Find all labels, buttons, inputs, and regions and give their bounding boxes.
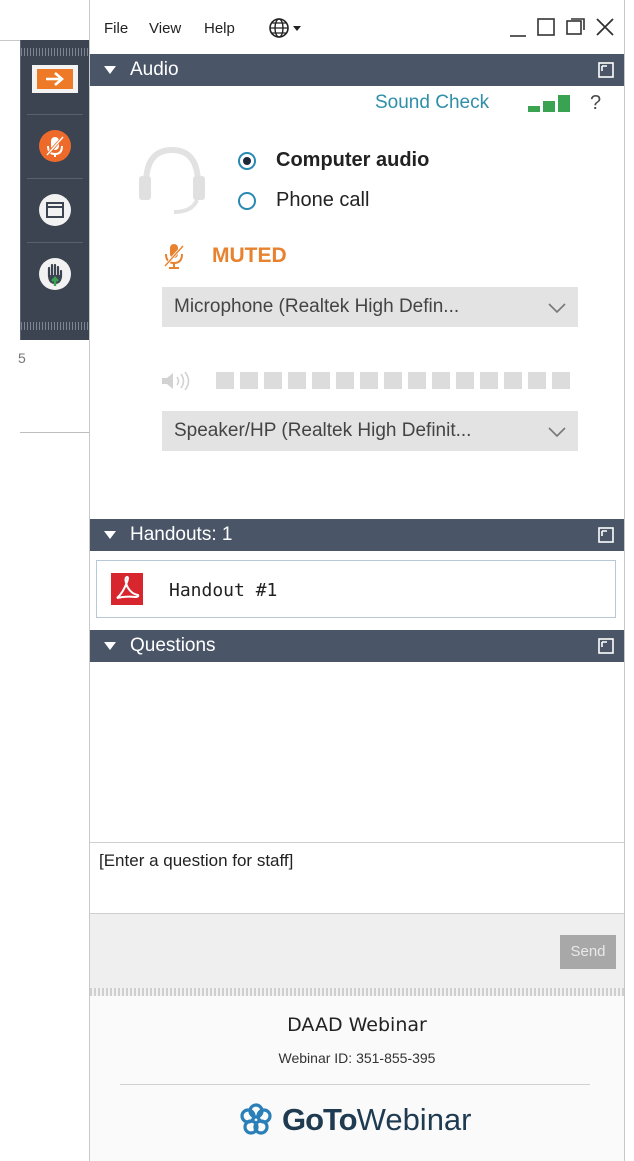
- audio-section-header[interactable]: Audio: [90, 54, 624, 86]
- speaker-select[interactable]: Speaker/HP (Realtek High Definit...: [162, 411, 578, 451]
- computer-audio-radio[interactable]: [238, 152, 256, 170]
- background-text: 5: [18, 350, 26, 366]
- pdf-icon: [111, 573, 143, 610]
- level-segment: [456, 372, 474, 389]
- resize-grip[interactable]: [90, 988, 624, 996]
- collapse-triangle-icon[interactable]: [104, 642, 116, 650]
- level-segment: [432, 372, 450, 389]
- raise-hand-button[interactable]: [21, 246, 89, 302]
- microphone-select[interactable]: Microphone (Realtek High Defin...: [162, 287, 578, 327]
- menu-file[interactable]: File: [104, 20, 128, 37]
- brand-goto-text: GoTo: [282, 1102, 358, 1137]
- level-segment: [552, 372, 570, 389]
- phone-call-label[interactable]: Phone call: [276, 189, 369, 212]
- microphone-muted-icon: [39, 130, 71, 162]
- webinar-id: Webinar ID: 351-855-395: [278, 1050, 436, 1066]
- sound-check-link[interactable]: Sound Check: [375, 92, 489, 114]
- strip-grip-top: [21, 48, 89, 56]
- headset-icon: [134, 140, 214, 225]
- handouts-popout-button[interactable]: [598, 527, 614, 549]
- screen-viewer-icon: [39, 194, 71, 226]
- chevron-down-icon: [548, 423, 566, 445]
- maximize-icon: [537, 18, 555, 36]
- level-segment: [240, 372, 258, 389]
- show-panel-button[interactable]: [21, 58, 89, 100]
- popout-button[interactable]: [564, 16, 586, 43]
- minimize-button[interactable]: [508, 16, 528, 43]
- footer-divider: [120, 1084, 590, 1085]
- chevron-down-icon: [548, 299, 566, 321]
- level-segment: [312, 372, 330, 389]
- speaker-select-value: Speaker/HP (Realtek High Definit...: [174, 420, 472, 441]
- send-area: [90, 914, 624, 988]
- speaker-volume-icon: [160, 371, 194, 396]
- help-button[interactable]: ?: [590, 92, 601, 115]
- audio-section-title: Audio: [130, 59, 179, 80]
- raise-hand-icon: [39, 258, 71, 290]
- gotowebinar-logo: GoTo Webinar: [238, 1098, 472, 1142]
- screen-viewer-button[interactable]: [21, 182, 89, 238]
- handouts-section-header[interactable]: Handouts: 1: [90, 519, 624, 551]
- popout-icon: [598, 638, 614, 654]
- handout-item-label: Handout #1: [169, 580, 278, 601]
- level-segment: [288, 372, 306, 389]
- collapse-triangle-icon[interactable]: [104, 531, 116, 539]
- signal-strength-icon: [526, 94, 572, 119]
- level-segment: [480, 372, 498, 389]
- level-segment: [384, 372, 402, 389]
- webinar-footer: DAAD Webinar Webinar ID: 351-855-395 GoT…: [90, 996, 624, 1161]
- maximize-button[interactable]: [536, 16, 556, 43]
- brand-webinar-text: Webinar: [356, 1102, 472, 1137]
- level-segment: [336, 372, 354, 389]
- minimize-icon: [510, 35, 526, 37]
- level-segment: [504, 372, 522, 389]
- menu-help[interactable]: Help: [204, 20, 235, 37]
- questions-section-header[interactable]: Questions: [90, 630, 624, 662]
- questions-popout-button[interactable]: [598, 638, 614, 660]
- question-input-placeholder: [Enter a question for staff]: [99, 851, 294, 870]
- strip-divider: [27, 178, 83, 179]
- menu-bar: File View Help: [90, 0, 624, 52]
- attendee-control-strip: [20, 40, 89, 340]
- microphone-select-value: Microphone (Realtek High Defin...: [174, 296, 460, 317]
- globe-icon: [269, 18, 301, 38]
- question-input[interactable]: [Enter a question for staff]: [90, 843, 624, 913]
- popout-icon: [598, 527, 614, 543]
- level-segment: [216, 372, 234, 389]
- microphone-muted-icon[interactable]: [162, 242, 186, 275]
- mute-status-label: MUTED: [212, 244, 287, 267]
- collapse-triangle-icon[interactable]: [104, 66, 116, 74]
- language-menu-button[interactable]: [268, 17, 304, 44]
- phone-call-radio[interactable]: [238, 192, 256, 210]
- close-icon: [596, 18, 614, 36]
- show-panel-arrow-icon: [32, 65, 78, 93]
- questions-section-title: Questions: [130, 635, 216, 656]
- control-panel: File View Help Audio Sound Check ? Compu…: [89, 0, 625, 1161]
- close-button[interactable]: [594, 16, 616, 43]
- menu-view[interactable]: View: [149, 20, 181, 37]
- popout-icon: [598, 62, 614, 78]
- level-segment: [360, 372, 378, 389]
- questions-log: [90, 662, 624, 842]
- background-divider: [20, 432, 90, 433]
- handout-item[interactable]: Handout #1: [96, 560, 616, 618]
- strip-divider: [27, 242, 83, 243]
- popout-icon: [566, 18, 585, 35]
- level-segment: [264, 372, 282, 389]
- flower-logo-icon: [240, 1103, 272, 1135]
- send-button[interactable]: Send: [560, 935, 616, 969]
- handouts-section-title: Handouts: 1: [130, 524, 233, 545]
- level-segment: [528, 372, 546, 389]
- computer-audio-label[interactable]: Computer audio: [276, 149, 429, 172]
- strip-grip-bottom: [21, 322, 89, 330]
- mute-toggle-button[interactable]: [21, 118, 89, 174]
- level-segment: [408, 372, 426, 389]
- audio-popout-button[interactable]: [598, 62, 614, 84]
- webinar-title: DAAD Webinar: [287, 1014, 427, 1036]
- strip-divider: [27, 114, 83, 115]
